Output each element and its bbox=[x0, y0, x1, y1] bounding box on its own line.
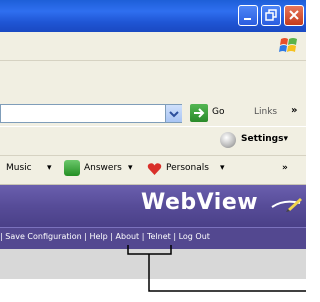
chevron-down-icon bbox=[169, 111, 179, 118]
nav-separator: | bbox=[0, 232, 3, 241]
go-button[interactable] bbox=[190, 104, 208, 122]
toolbar-overflow-chevron[interactable]: » bbox=[282, 163, 288, 173]
heart-icon[interactable] bbox=[147, 162, 162, 176]
content-area bbox=[0, 279, 306, 302]
nav-separator: | bbox=[84, 232, 87, 241]
nav-link-save-configuration[interactable]: Save Configuration bbox=[5, 232, 81, 241]
chevron-down-icon[interactable]: ▾ bbox=[128, 163, 133, 173]
minimize-icon bbox=[244, 18, 251, 20]
chevron-down-icon: ▾ bbox=[283, 134, 289, 144]
go-label[interactable]: Go bbox=[212, 107, 224, 117]
settings-icon[interactable] bbox=[220, 132, 236, 148]
settings-menu-button[interactable]: Settings▾ bbox=[241, 134, 288, 144]
app-nav-links: | Save Configuration | Help | About | Te… bbox=[0, 232, 210, 241]
nav-link-telnet[interactable]: Telnet bbox=[147, 232, 171, 241]
brand-title: WebView bbox=[141, 190, 259, 215]
brand-swoosh-icon bbox=[271, 198, 302, 212]
nav-link-help[interactable]: Help bbox=[89, 232, 107, 241]
personals-button[interactable]: Personals bbox=[166, 163, 209, 173]
maximize-button[interactable] bbox=[261, 5, 281, 26]
music-button[interactable]: Music bbox=[6, 163, 32, 173]
close-button[interactable] bbox=[284, 5, 304, 26]
address-input[interactable] bbox=[0, 104, 182, 123]
minimize-button[interactable] bbox=[238, 5, 258, 26]
go-arrow-icon bbox=[194, 108, 205, 118]
address-dropdown-button[interactable] bbox=[165, 105, 182, 122]
links-overflow-chevron[interactable]: » bbox=[291, 105, 297, 116]
menu-bar bbox=[0, 32, 306, 61]
chevron-down-icon[interactable]: ▾ bbox=[220, 163, 225, 173]
restore-icon bbox=[265, 9, 277, 21]
windows-logo-icon bbox=[279, 38, 297, 52]
chevron-down-icon[interactable]: ▾ bbox=[47, 163, 52, 173]
answers-icon[interactable] bbox=[64, 160, 80, 176]
settings-label: Settings bbox=[241, 134, 284, 144]
nav-separator: | bbox=[173, 232, 177, 241]
nav-link-log-out[interactable]: Log Out bbox=[179, 232, 210, 241]
links-label[interactable]: Links bbox=[254, 107, 277, 117]
nav-separator: | bbox=[110, 232, 113, 241]
close-icon bbox=[289, 10, 299, 20]
answers-button[interactable]: Answers bbox=[84, 163, 122, 173]
nav-separator: | bbox=[141, 232, 145, 241]
nav-link-about[interactable]: About bbox=[116, 232, 140, 241]
standard-toolbar bbox=[0, 61, 306, 102]
content-header-band bbox=[0, 249, 306, 279]
